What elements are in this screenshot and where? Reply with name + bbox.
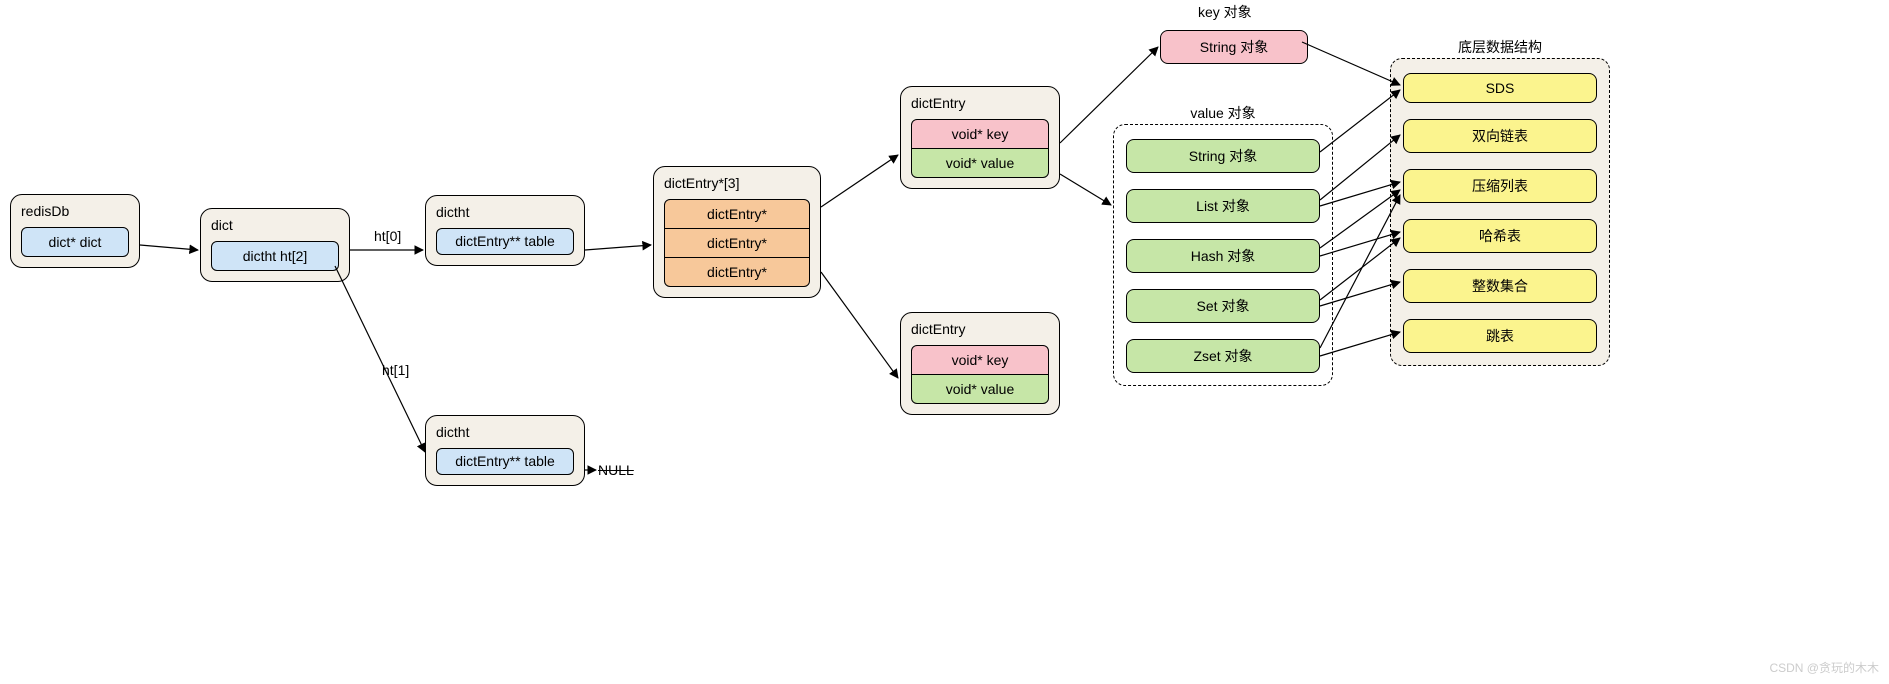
impl-item: 整数集合 — [1403, 269, 1597, 303]
value-type: Hash 对象 — [1126, 239, 1320, 273]
arr-item: dictEntry* — [664, 199, 810, 229]
value-type: List 对象 — [1126, 189, 1320, 223]
field-ht-array: dictht ht[2] — [211, 241, 339, 271]
impl-item: 跳表 — [1403, 319, 1597, 353]
label-null: NULL — [598, 462, 634, 478]
node-redisdb: redisDb dict* dict — [10, 194, 140, 268]
field-table-ptr: dictEntry** table — [436, 228, 574, 255]
node-title: dictht — [436, 204, 574, 220]
node-title: redisDb — [21, 203, 129, 219]
node-title: dictEntry — [911, 321, 1049, 337]
node-title: dict — [211, 217, 339, 233]
node-dictentry-1: dictEntry void* key void* value — [900, 86, 1060, 189]
impl-title: 底层数据结构 — [1458, 37, 1542, 57]
impl-item: 压缩列表 — [1403, 169, 1597, 203]
field-value: void* value — [911, 374, 1049, 404]
node-dictht-1: dictht dictEntry** table — [425, 415, 585, 486]
field-key: void* key — [911, 345, 1049, 375]
impl-item: 双向链表 — [1403, 119, 1597, 153]
label-ht1: ht[1] — [382, 362, 409, 378]
key-obj-title: key 对象 — [1198, 2, 1252, 22]
impl-group: 底层数据结构 SDS 双向链表 压缩列表 哈希表 整数集合 跳表 — [1390, 58, 1610, 366]
node-dict: dict dictht ht[2] — [200, 208, 350, 282]
arr-item: dictEntry* — [664, 257, 810, 287]
field-value: void* value — [911, 148, 1049, 178]
impl-item: SDS — [1403, 73, 1597, 103]
value-obj-title: value 对象 — [1190, 103, 1255, 123]
value-obj-group: value 对象 String 对象 List 对象 Hash 对象 Set 对… — [1113, 124, 1333, 386]
node-dictentry-2: dictEntry void* key void* value — [900, 312, 1060, 415]
value-type: Set 对象 — [1126, 289, 1320, 323]
field-dict-ptr: dict* dict — [21, 227, 129, 257]
value-type: Zset 对象 — [1126, 339, 1320, 373]
impl-item: 哈希表 — [1403, 219, 1597, 253]
field-key: void* key — [911, 119, 1049, 149]
node-title: dictEntry*[3] — [664, 175, 810, 191]
watermark: CSDN @贪玩的木木 — [1769, 659, 1879, 676]
node-dictentry-array: dictEntry*[3] dictEntry* dictEntry* dict… — [653, 166, 821, 298]
field-table-ptr: dictEntry** table — [436, 448, 574, 475]
node-title: dictEntry — [911, 95, 1049, 111]
key-obj-box: String 对象 — [1160, 30, 1308, 64]
value-type: String 对象 — [1126, 139, 1320, 173]
node-title: dictht — [436, 424, 574, 440]
label-ht0: ht[0] — [374, 228, 401, 244]
node-dictht-0: dictht dictEntry** table — [425, 195, 585, 266]
arr-item: dictEntry* — [664, 228, 810, 258]
